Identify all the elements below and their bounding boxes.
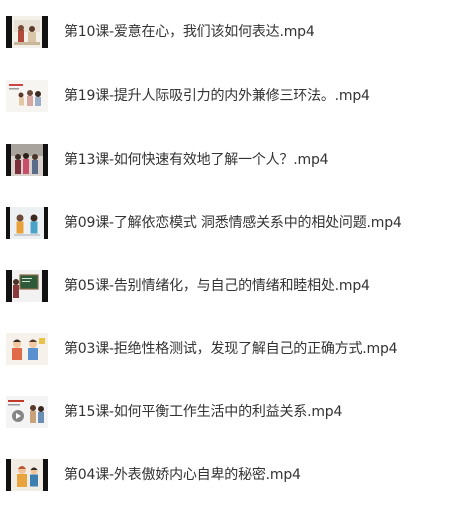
file-name[interactable]: 第03课-拒绝性格测试，发现了解自己的正确方式.mp4 bbox=[64, 339, 398, 359]
video-thumbnail[interactable] bbox=[6, 16, 48, 48]
video-thumbnail[interactable] bbox=[6, 459, 48, 491]
list-item[interactable]: 第13课-如何快速有效地了解一个人？.mp4 bbox=[0, 140, 468, 180]
list-item[interactable]: 第05课-告别情绪化，与自己的情绪和睦相处.mp4 bbox=[0, 266, 468, 306]
file-name[interactable]: 第10课-爱意在心，我们该如何表达.mp4 bbox=[64, 22, 315, 42]
list-item[interactable]: 第04课-外表傲娇内心自卑的秘密.mp4 bbox=[0, 455, 468, 495]
file-name[interactable]: 第04课-外表傲娇内心自卑的秘密.mp4 bbox=[64, 465, 301, 485]
list-item[interactable]: 第10课-爱意在心，我们该如何表达.mp4 bbox=[0, 12, 468, 52]
file-name[interactable]: 第19课-提升人际吸引力的内外兼修三环法。.mp4 bbox=[64, 86, 370, 106]
video-thumbnail[interactable] bbox=[6, 396, 48, 428]
video-thumbnail[interactable] bbox=[6, 144, 48, 176]
list-item[interactable]: 第15课-如何平衡工作生活中的利益关系.mp4 bbox=[0, 392, 468, 432]
file-name[interactable]: 第13课-如何快速有效地了解一个人？.mp4 bbox=[64, 150, 329, 170]
file-name[interactable]: 第15课-如何平衡工作生活中的利益关系.mp4 bbox=[64, 402, 342, 422]
video-thumbnail[interactable] bbox=[6, 333, 48, 365]
video-thumbnail[interactable] bbox=[6, 80, 48, 112]
video-thumbnail[interactable] bbox=[6, 270, 48, 302]
list-item[interactable]: 第09课-了解依恋模式 洞悉情感关系中的相处问题.mp4 bbox=[0, 203, 468, 243]
list-item[interactable]: 第03课-拒绝性格测试，发现了解自己的正确方式.mp4 bbox=[0, 329, 468, 369]
file-name[interactable]: 第09课-了解依恋模式 洞悉情感关系中的相处问题.mp4 bbox=[64, 213, 402, 233]
file-list: 第10课-爱意在心，我们该如何表达.mp4 第19课-提升人际吸引力的内外兼修三… bbox=[0, 0, 468, 510]
list-item[interactable]: 第19课-提升人际吸引力的内外兼修三环法。.mp4 bbox=[0, 76, 468, 116]
file-name[interactable]: 第05课-告别情绪化，与自己的情绪和睦相处.mp4 bbox=[64, 276, 370, 296]
video-thumbnail[interactable] bbox=[6, 207, 48, 239]
